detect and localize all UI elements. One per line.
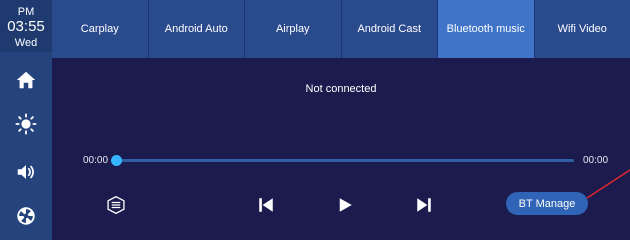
clock-ampm: PM [17,6,35,18]
brightness-icon [15,113,37,135]
sidebar: PM 03:55 Wed [0,0,52,240]
playlist-icon [107,195,125,215]
connection-status: Not connected [305,83,377,95]
progress-handle[interactable] [111,155,122,166]
elapsed-time: 00:00 [83,155,109,166]
bt-manage-button[interactable]: BT Manage [506,192,588,215]
play-icon [339,198,352,212]
clock-day: Wed [14,37,38,49]
skip-next-icon [417,198,431,212]
tab-wifi-video[interactable]: Wifi Video [535,0,630,58]
playlist-button[interactable] [104,194,128,216]
tab-bluetooth-music[interactable]: Bluetooth music [438,0,535,58]
tab-android-auto[interactable]: Android Auto [149,0,245,58]
sidebar-item-brightness[interactable] [0,104,52,144]
skip-previous-icon [259,198,273,212]
tab-android-cast[interactable]: Android Cast [342,0,438,58]
settings-icon [17,207,35,225]
progress-track[interactable] [117,159,574,162]
home-icon [16,71,36,89]
play-button[interactable] [333,194,357,216]
sidebar-item-volume[interactable] [0,152,52,192]
total-time: 00:00 [583,155,609,166]
sidebar-item-settings[interactable] [0,196,52,236]
clock: PM 03:55 Wed [0,0,52,52]
tab-carplay[interactable]: Carplay [52,0,149,58]
tab-airplay[interactable]: Airplay [245,0,342,58]
volume-icon [17,165,34,179]
source-tab-bar: Carplay Android Auto Airplay Android Cas… [52,0,630,58]
previous-track-button[interactable] [254,194,278,216]
next-track-button[interactable] [412,194,436,216]
clock-time: 03:55 [7,18,45,35]
sidebar-item-home[interactable] [0,60,52,100]
